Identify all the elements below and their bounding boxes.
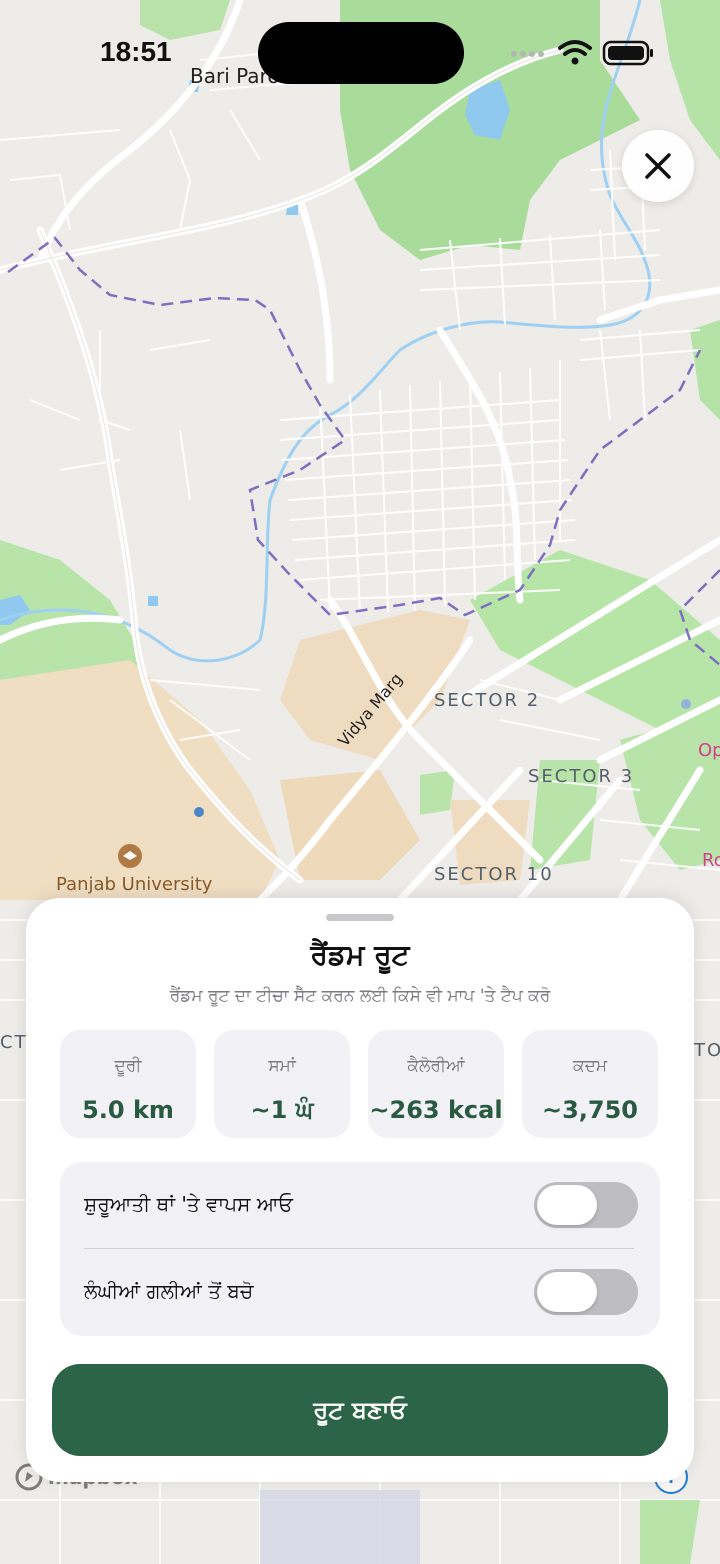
close-button[interactable]	[622, 130, 694, 202]
stat-value-calories: ~263 kcal	[369, 1096, 503, 1124]
map-label-sector-10: SECTOR 10	[434, 864, 554, 885]
status-time: 18:51	[100, 36, 172, 67]
toggle-avoid-visited-streets[interactable]	[534, 1269, 638, 1315]
wifi-icon	[558, 40, 592, 65]
map-label-poi-1: Op	[698, 740, 720, 761]
map-label-sector-3: SECTOR 3	[528, 766, 635, 787]
stat-card-calories[interactable]: ਕੈਲੋਰੀਆਂ ~263 kcal	[368, 1030, 504, 1138]
sheet-grabber[interactable]	[326, 914, 394, 921]
stat-label-steps: ਕਦਮ	[572, 1056, 608, 1076]
stat-label-time: ਸਮਾਂ	[268, 1056, 296, 1076]
map-label-edge-right: TO	[694, 1040, 720, 1061]
map-label-panjab-university: Panjab University	[56, 874, 213, 895]
map-label-poi-2: Ro	[702, 850, 720, 871]
stat-label-calories: ਕੈਲੋਰੀਆਂ	[407, 1056, 465, 1076]
stat-label-distance: ਦੂਰੀ	[114, 1056, 142, 1076]
stat-card-distance[interactable]: ਦੂਰੀ 5.0 km	[60, 1030, 196, 1138]
toggle-return-to-start[interactable]	[534, 1182, 638, 1228]
map-label-edge-left: CT	[0, 1032, 28, 1053]
option-label-return-to-start: ਸ਼ੁਰੂਆਤੀ ਥਾਂ 'ਤੇ ਵਾਪਸ ਆਓ	[84, 1192, 293, 1216]
stat-card-steps[interactable]: ਕਦਮ ~3,750	[522, 1030, 658, 1138]
sheet-subtitle: ਰੈਂਡਮ ਰੂਟ ਦਾ ਟੀਚਾ ਸੈੱਟ ਕਰਨ ਲਈ ਕਿਸੇ ਵੀ ਮਾ…	[169, 986, 551, 1006]
option-return-to-start: ਸ਼ੁਰੂਆਤੀ ਥਾਂ 'ਤੇ ਵਾਪਸ ਆਓ	[60, 1162, 660, 1249]
battery-icon	[602, 40, 653, 66]
status-indicators	[508, 38, 658, 68]
cellular-signal-icon	[511, 51, 544, 57]
create-route-button[interactable]: ਰੂਟ ਬਣਾਓ	[52, 1364, 668, 1456]
close-icon	[645, 153, 671, 179]
dynamic-island	[258, 22, 464, 84]
stat-value-steps: ~3,750	[541, 1096, 639, 1124]
toggle-knob	[537, 1185, 597, 1225]
random-route-sheet: ਰੈਂਡਮ ਰੂਟ ਰੈਂਡਮ ਰੂਟ ਦਾ ਟੀਚਾ ਸੈੱਟ ਕਰਨ ਲਈ …	[26, 898, 694, 1482]
stat-value-time: ~1 ਘੰ	[250, 1096, 314, 1124]
stat-value-distance: 5.0 km	[82, 1096, 174, 1124]
status-bar: 18:51	[0, 0, 720, 100]
map-label-sector-2: SECTOR 2	[434, 690, 541, 711]
toggle-knob	[537, 1272, 597, 1312]
sheet-title: ਰੈਂਡਮ ਰੂਟ	[310, 938, 410, 971]
option-avoid-visited-streets: ਲੰਘੀਆਂ ਗਲੀਆਂ ਤੋਂ ਬਚੋ	[60, 1249, 660, 1336]
screen: Bari Paroli SECTOR 2 SECTOR 3 SECTOR 10 …	[0, 0, 720, 1564]
stat-card-time[interactable]: ਸਮਾਂ ~1 ਘੰ	[214, 1030, 350, 1138]
option-label-avoid-visited-streets: ਲੰਘੀਆਂ ਗਲੀਆਂ ਤੋਂ ਬਚੋ	[84, 1279, 254, 1303]
route-options: ਸ਼ੁਰੂਆਤੀ ਥਾਂ 'ਤੇ ਵਾਪਸ ਆਓ ਲੰਘੀਆਂ ਗਲੀਆਂ ਤੋ…	[60, 1162, 660, 1336]
